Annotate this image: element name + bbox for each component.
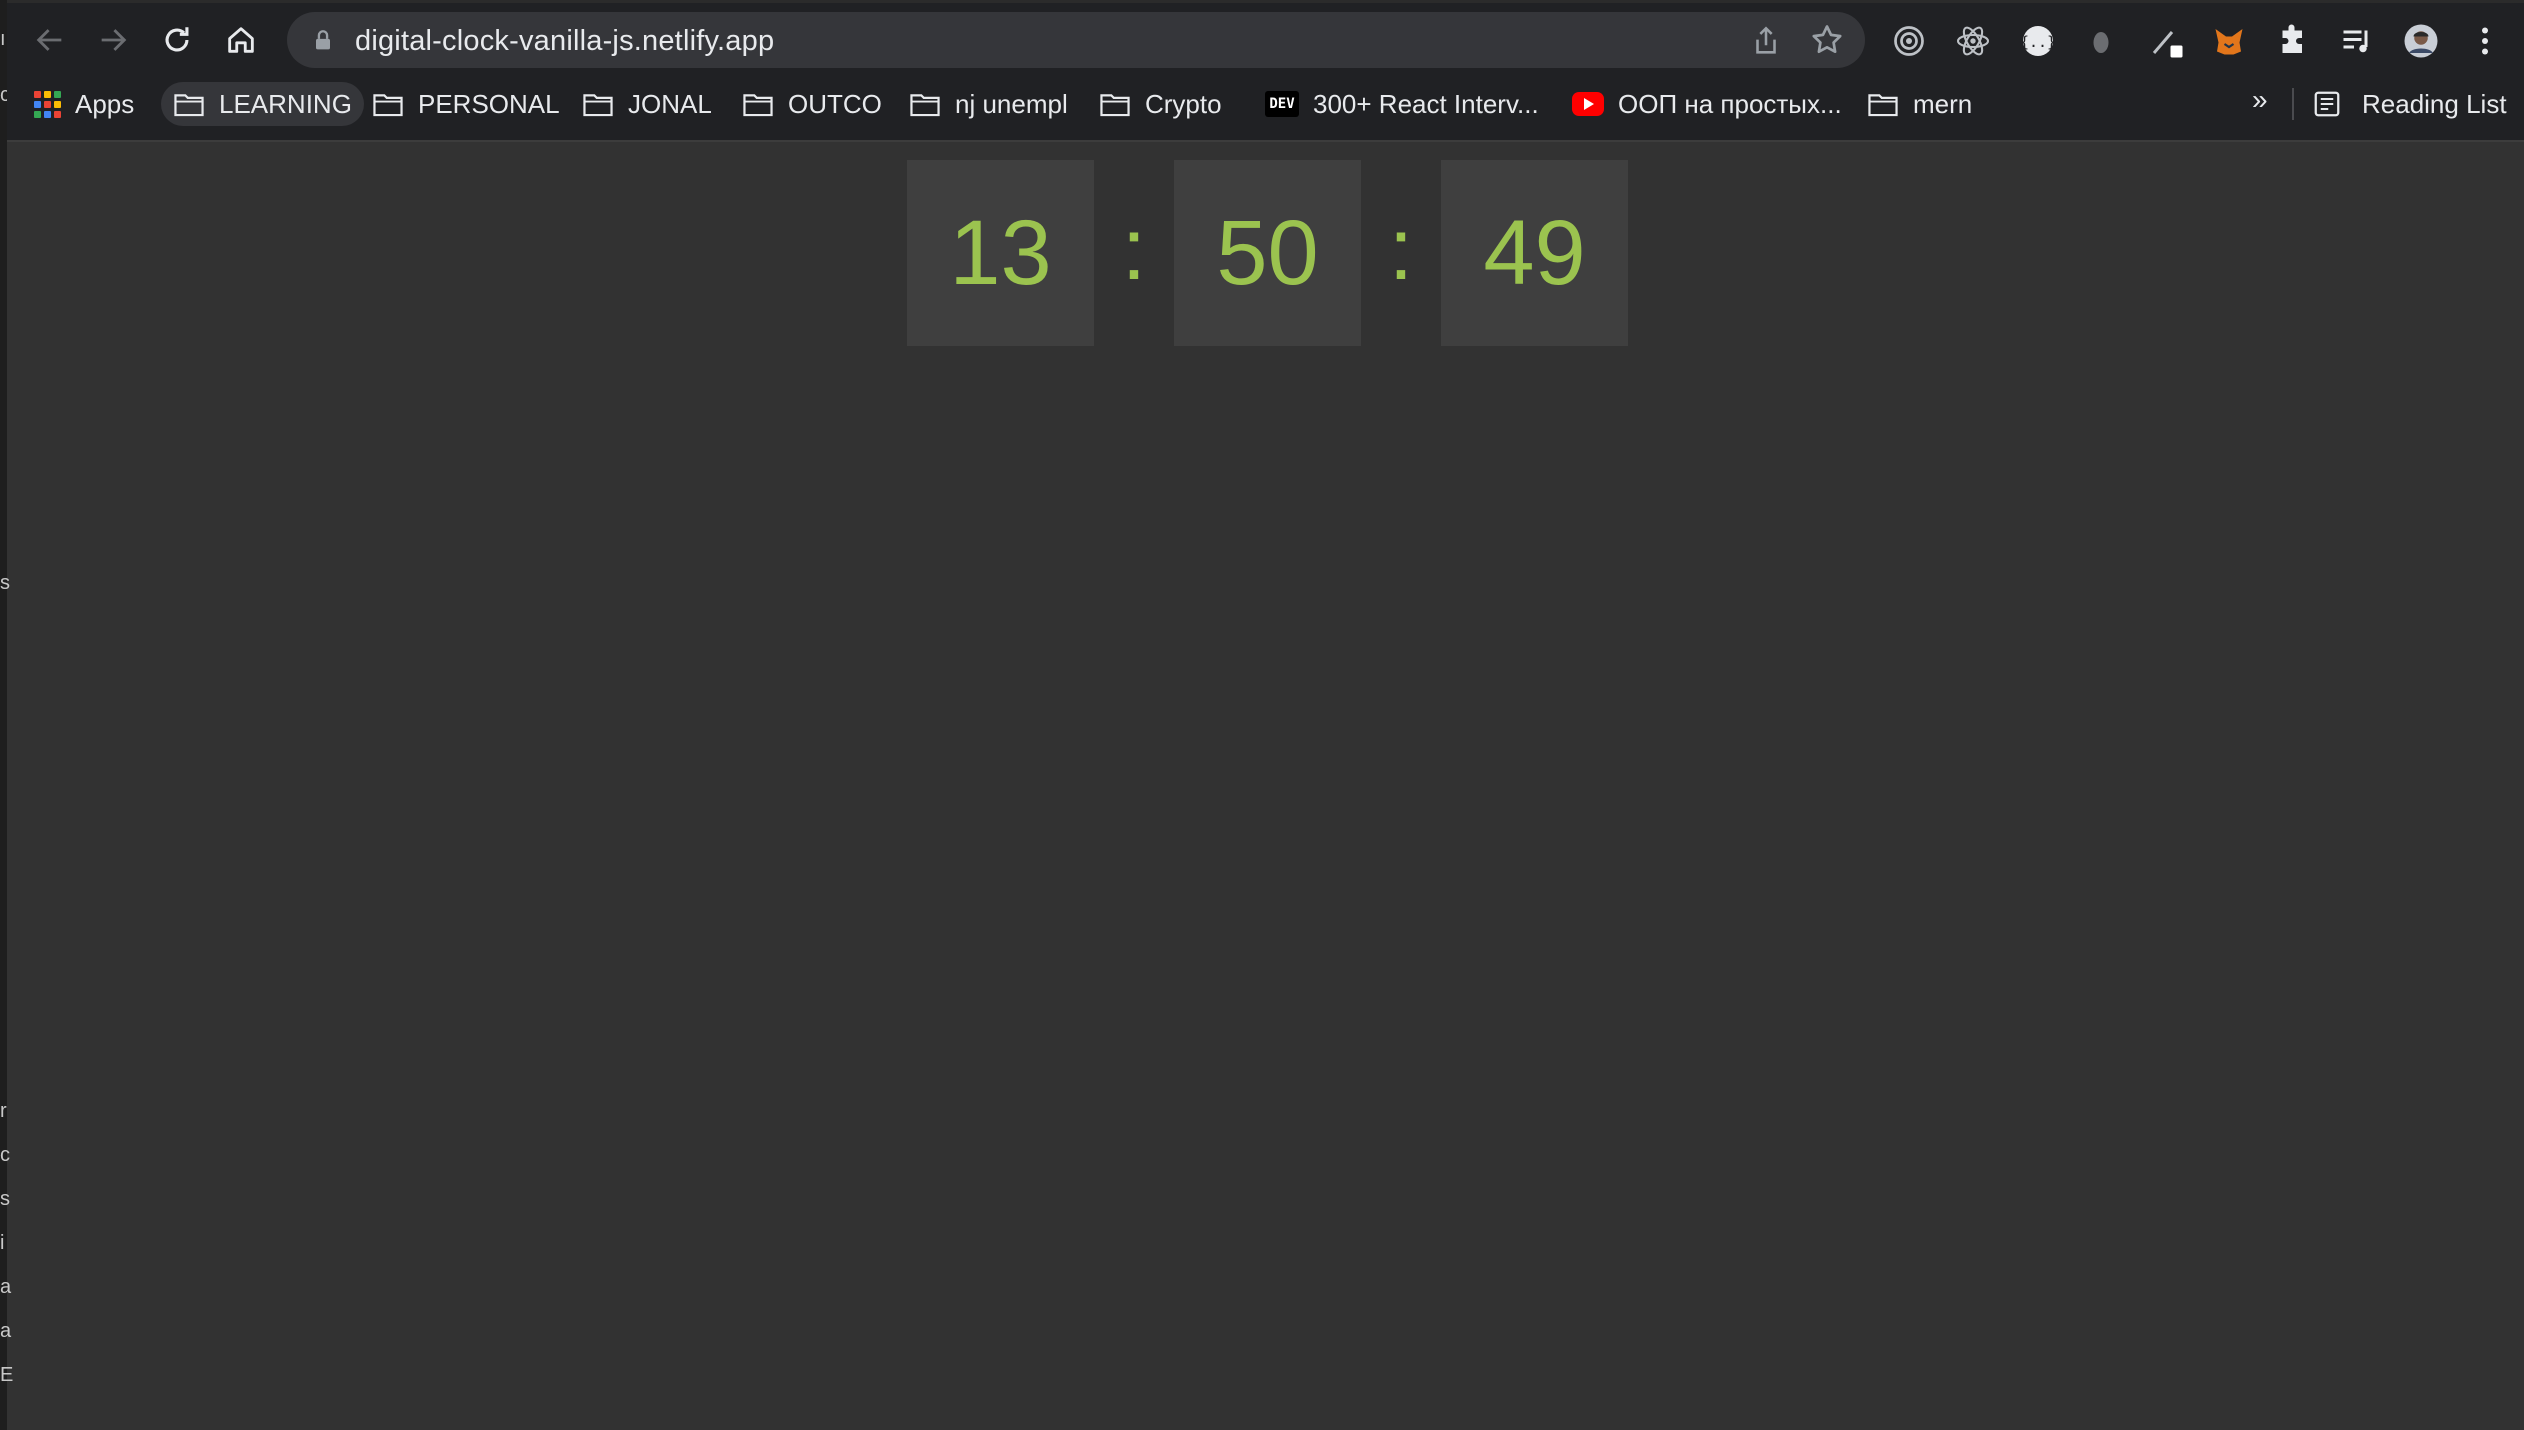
bookmark-folder-learning[interactable]: LEARNING: [161, 82, 364, 126]
url-text: digital-clock-vanilla-js.netlify.app: [355, 25, 775, 57]
bookmark-folder-outco[interactable]: OUTCO: [730, 82, 894, 126]
bookmark-star-icon[interactable]: [1809, 22, 1845, 58]
bookmark-youtube-oop[interactable]: ООП на простых...: [1560, 82, 1854, 126]
bookmark-folder-mern[interactable]: mern: [1855, 82, 1984, 126]
bookmark-label: Apps: [75, 88, 135, 119]
hours-display: 13: [907, 160, 1094, 346]
bookmark-label: 300+ React Interv...: [1313, 88, 1539, 119]
media-control-button[interactable]: [2334, 18, 2380, 64]
bookmark-label: Crypto: [1145, 88, 1222, 119]
bug-icon: [2093, 32, 2109, 53]
bookmark-folder-crypto[interactable]: Crypto: [1087, 82, 1234, 126]
arrow-left-icon: [36, 29, 62, 51]
bookmark-dev-react-interview[interactable]: DEV 300+ React Interv...: [1253, 82, 1551, 126]
bookmark-label: PERSONAL: [418, 88, 560, 119]
gutter-char: c: [0, 1144, 10, 1166]
bookmark-label: OUTCO: [788, 88, 882, 119]
reading-list-label: Reading List: [2362, 88, 2507, 119]
address-bar[interactable]: digital-clock-vanilla-js.netlify.app: [287, 12, 1865, 68]
extension-bug-button[interactable]: [2078, 18, 2124, 64]
folder-icon: [743, 94, 773, 117]
reload-button[interactable]: [153, 16, 201, 64]
extension-react-devtools-button[interactable]: [1950, 18, 1996, 64]
bookmark-folder-jonal[interactable]: JONAL: [570, 82, 724, 126]
reload-icon: [165, 27, 189, 52]
bookmark-label: nj unempl: [955, 88, 1068, 119]
minutes-display: 50: [1174, 160, 1361, 346]
folder-icon: [583, 94, 613, 117]
target-icon: [1894, 26, 1924, 56]
gutter-char: E: [0, 1364, 14, 1386]
arrow-right-icon: [101, 29, 127, 51]
digital-clock: 13 : 50 : 49: [907, 160, 1628, 346]
extension-pen-button[interactable]: [2143, 18, 2189, 64]
gutter-char: r: [0, 1100, 7, 1122]
forward-button[interactable]: [89, 16, 137, 64]
dev-icon: DEV: [1265, 91, 1299, 117]
extensions-menu-button[interactable]: [2270, 18, 2316, 64]
lock-icon: [316, 30, 330, 50]
profile-button[interactable]: [2398, 18, 2444, 64]
back-button[interactable]: [26, 16, 74, 64]
puzzle-icon: [2282, 24, 2302, 53]
playlist-icon: [2343, 30, 2368, 53]
bookmarks-divider: [2292, 88, 2294, 120]
gutter-char: i: [0, 1232, 5, 1254]
gutter-char: a: [0, 1276, 12, 1298]
avatar-icon: [2404, 24, 2438, 58]
pen-icon: [2152, 31, 2183, 58]
bookmark-folder-personal[interactable]: PERSONAL: [360, 82, 572, 126]
bookmark-label: mern: [1913, 88, 1973, 119]
bookmark-label: ООП на простых...: [1618, 88, 1842, 119]
bookmark-label: JONAL: [628, 88, 712, 119]
folder-icon: [373, 94, 403, 117]
extension-json-button[interactable]: {..}: [2015, 18, 2061, 64]
clock-separator: :: [1388, 199, 1414, 298]
gutter-char: s: [0, 1188, 10, 1210]
browser-menu-button[interactable]: [2462, 18, 2508, 64]
extension-metamask-button[interactable]: [2206, 18, 2252, 64]
kebab-menu-icon: [2482, 27, 2488, 55]
bookmark-folder-nj-unempl[interactable]: nj unempl: [897, 82, 1080, 126]
folder-icon: [174, 94, 204, 117]
json-braces-icon: {..}: [2020, 26, 2056, 56]
fox-icon: [2215, 29, 2243, 55]
background-window-edge: ı c s r c s i a a E: [0, 0, 13, 1430]
reading-list-button[interactable]: Reading List: [2312, 82, 2507, 126]
home-button[interactable]: [217, 16, 265, 64]
react-icon: [1956, 26, 1990, 56]
home-icon: [228, 27, 254, 53]
folder-icon: [1100, 94, 1130, 117]
folder-icon: [910, 94, 940, 117]
tab-strip-edge: [7, 0, 2524, 3]
bookmarks-overflow-button[interactable]: »: [2252, 84, 2268, 116]
gutter-char: ı: [0, 28, 6, 50]
seconds-display: 49: [1441, 160, 1628, 346]
bookmark-label: LEARNING: [219, 88, 352, 119]
svg-text:{..}: {..}: [2020, 33, 2056, 51]
gutter-char: s: [0, 572, 10, 594]
gutter-char: a: [0, 1320, 12, 1342]
folder-icon: [1868, 94, 1898, 117]
apps-grid-icon: [34, 90, 61, 118]
reading-list-icon: [2314, 91, 2340, 117]
clock-separator: :: [1121, 199, 1147, 298]
extension-target-button[interactable]: [1886, 18, 1932, 64]
bookmark-apps[interactable]: Apps: [22, 82, 146, 126]
share-icon[interactable]: [1749, 24, 1783, 58]
youtube-icon: [1572, 92, 1604, 116]
